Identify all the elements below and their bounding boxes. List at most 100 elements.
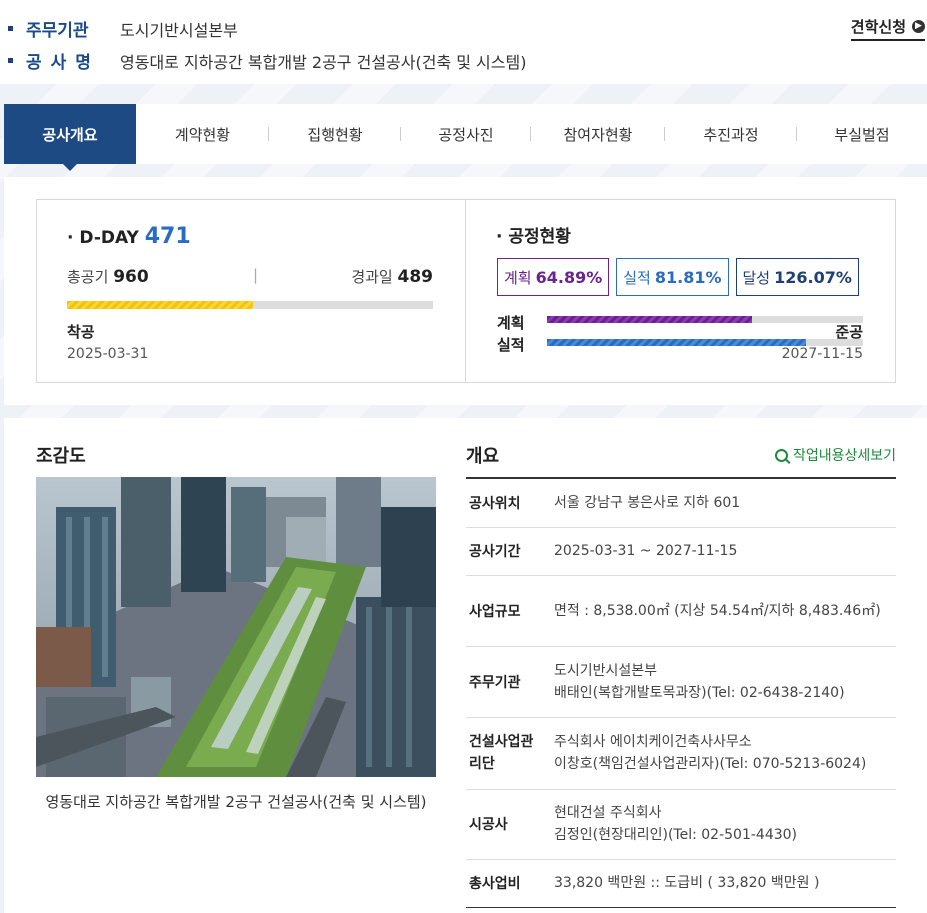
tab-label: 공사개요 [42, 125, 98, 144]
process-title: · 공정현황 [496, 227, 571, 247]
dday: · D-DAY 471 [67, 224, 191, 249]
value-line: 면적 : 8,538.00㎡ (지상 54.54㎡/지하 8,483.46㎡) [554, 602, 881, 619]
row-key-text: 건설사업관리단 [469, 734, 534, 772]
aerial-illustration [36, 477, 436, 777]
tab-bar: 공사개요 계약현황 집행현황 공정사진 참여자현황 추진과정 부실벌점 [4, 104, 927, 171]
row-key: 총사업비 [466, 859, 552, 908]
value-line: 김정인(현장대리인)(Tel: 02-501-4430) [554, 827, 797, 843]
org-value: 도시기반시설본부 [120, 20, 238, 40]
project-value: 영동대로 지하공간 복합개발 2공구 건설공사(건축 및 시스템) [120, 52, 527, 72]
table-row: 주무기관 도시기반시설본부배태인(복합개발토목과장)(Tel: 02-6438-… [466, 646, 896, 718]
elapsed-progress-fill [67, 301, 254, 309]
tab-contract[interactable]: 계약현황 [136, 104, 269, 164]
overview-title: 개요 [466, 446, 500, 467]
tab-label: 공정사진 [438, 125, 494, 144]
row-value: 도시기반시설본부배태인(복합개발토목과장)(Tel: 02-6438-2140) [552, 646, 896, 718]
tab-label: 참여자현황 [563, 125, 633, 144]
tab-label: 부실벌점 [834, 125, 890, 144]
overview-table: 공사위치 서울 강남구 봉은사로 지하 601 공사기간 2025-03-31 … [466, 477, 896, 908]
table-row: 시공사 현대건설 주식회사김정인(현장대리인)(Tel: 02-501-4430… [466, 789, 896, 860]
process-badges: 계획 64.89% 실적 81.81% 달성 126.07% [497, 258, 859, 296]
row-value: 면적 : 8,538.00㎡ (지상 54.54㎡/지하 8,483.46㎡) [552, 575, 896, 647]
visit-request-button[interactable]: 견학신청 ▶ [850, 16, 925, 41]
plan-bar-label: 계획 [497, 314, 525, 332]
value-line: 현대건설 주식회사 [554, 805, 662, 821]
row-value: 2025-03-31 ~ 2027-11-15 [552, 527, 896, 576]
value-line: 주식회사 에이치케이건축사사무소 [554, 734, 752, 750]
tab-penalty[interactable]: 부실벌점 [797, 104, 927, 164]
tab-label: 추진과정 [703, 125, 759, 144]
plan-badge: 계획 64.89% [497, 258, 610, 296]
actual-badge-value: 81.81% [654, 267, 722, 287]
tab-progress-history[interactable]: 추진과정 [665, 104, 797, 164]
value-line: 이창호(책임건설사업관리자)(Tel: 070-5213-6024) [554, 756, 867, 772]
tab-participants[interactable]: 참여자현황 [531, 104, 665, 164]
tab-execution[interactable]: 집행현황 [269, 104, 401, 164]
process-title-text: 공정현황 [508, 227, 571, 247]
period-separator: | [253, 266, 259, 284]
elapsed-progress-bar [67, 301, 433, 309]
actual-progress-fill [547, 339, 806, 346]
org-label: 주무기관 [26, 21, 89, 41]
status-divider [465, 200, 466, 382]
plan-badge-value: 64.89% [535, 267, 603, 287]
bird-view-caption: 영동대로 지하공간 복합개발 2공구 건설공사(건축 및 시스템) [45, 793, 427, 811]
value-line: 2025-03-31 ~ 2027-11-15 [554, 543, 738, 559]
row-key: 공사위치 [466, 478, 552, 528]
bullet-icon [8, 58, 13, 63]
row-key: 주무기관 [466, 646, 552, 718]
table-row: 공사기간 2025-03-31 ~ 2027-11-15 [466, 527, 896, 576]
period-row: 총공기 960 | 경과일 489 [67, 266, 433, 287]
value-line: 도시기반시설본부 [554, 662, 658, 679]
tab-photos[interactable]: 공정사진 [401, 104, 531, 164]
value-line: 서울 강남구 봉은사로 지하 601 [554, 494, 741, 511]
actual-progress-bar [547, 339, 863, 346]
bird-view-title: 조감도 [36, 446, 86, 467]
row-key: 시공사 [466, 789, 552, 860]
tab-overview[interactable]: 공사개요 [4, 104, 136, 171]
achievement-badge-label: 달성 [742, 268, 771, 287]
value-line: 배태인(복합개발토목과장)(Tel: 02-6438-2140) [554, 684, 845, 701]
value-line: 33,820 백만원 :: 도급비 ( 33,820 백만원 ) [554, 875, 820, 891]
tab-label: 계약현황 [174, 125, 231, 144]
actual-badge: 실적 81.81% [616, 258, 729, 296]
table-row: 공사위치 서울 강남구 봉은사로 지하 601 [466, 478, 896, 528]
row-key: 공사기간 [466, 527, 552, 576]
tab-label: 집행현황 [307, 125, 363, 144]
row-value: 주식회사 에이치케이건축사사무소이창호(책임건설사업관리자)(Tel: 070-… [552, 717, 896, 790]
visit-request-label: 견학신청 [850, 18, 906, 36]
start-label: 착공 [67, 323, 95, 341]
row-value: 현대건설 주식회사김정인(현장대리인)(Tel: 02-501-4430) [552, 789, 896, 860]
achievement-badge: 달성 126.07% [735, 258, 859, 296]
row-value: 서울 강남구 봉은사로 지하 601 [552, 478, 896, 528]
total-period-value: 960 [113, 267, 149, 287]
elapsed-label: 경과일 [351, 268, 393, 286]
table-row: 총사업비 33,820 백만원 :: 도급비 ( 33,820 백만원 ) [466, 859, 896, 908]
work-detail-label: 작업내용상세보기 [792, 448, 896, 464]
plan-badge-label: 계획 [504, 268, 532, 287]
org-row: 주무기관 도시기반시설본부 [8, 16, 238, 41]
actual-badge-label: 실적 [623, 268, 651, 287]
dday-label: D-DAY [79, 228, 139, 248]
elapsed-value: 489 [397, 267, 434, 287]
magnifier-plus-icon [774, 448, 788, 462]
chevron-right-icon: ▶ [912, 20, 925, 33]
row-key: 건설사업관리단 [466, 717, 552, 790]
bullet-icon [8, 26, 13, 31]
project-row: 공사명 영동대로 지하공간 복합개발 2공구 건설공사(건축 및 시스템) [8, 48, 526, 73]
table-row: 건설사업관리단 주식회사 에이치케이건축사사무소이창호(책임건설사업관리자)(T… [466, 717, 896, 790]
project-label: 공사명 [26, 53, 100, 73]
work-detail-link[interactable]: 작업내용상세보기 [774, 445, 896, 465]
actual-bar-label: 실적 [497, 336, 525, 354]
status-box: · D-DAY 471 총공기 960 | 경과일 489 착공 준공 2025… [36, 199, 896, 383]
bird-view-image [36, 477, 436, 777]
total-period-label: 총공기 [67, 268, 109, 286]
table-row: 사업규모 면적 : 8,538.00㎡ (지상 54.54㎡/지하 8,483.… [466, 575, 896, 647]
plan-progress-bar [547, 316, 863, 323]
bottom-panel: 조감도 영동대로 지하공간 복합개발 2공구 건설공사(건축 및 시스템) 개요… [4, 418, 927, 913]
start-date: 2025-03-31 [67, 346, 149, 362]
end-date: 2027-11-15 [781, 346, 863, 362]
row-value: 33,820 백만원 :: 도급비 ( 33,820 백만원 ) [552, 859, 896, 908]
achievement-badge-value: 126.07% [774, 267, 852, 287]
project-info-header: 주무기관 도시기반시설본부 공사명 영동대로 지하공간 복합개발 2공구 건설공… [0, 0, 927, 84]
